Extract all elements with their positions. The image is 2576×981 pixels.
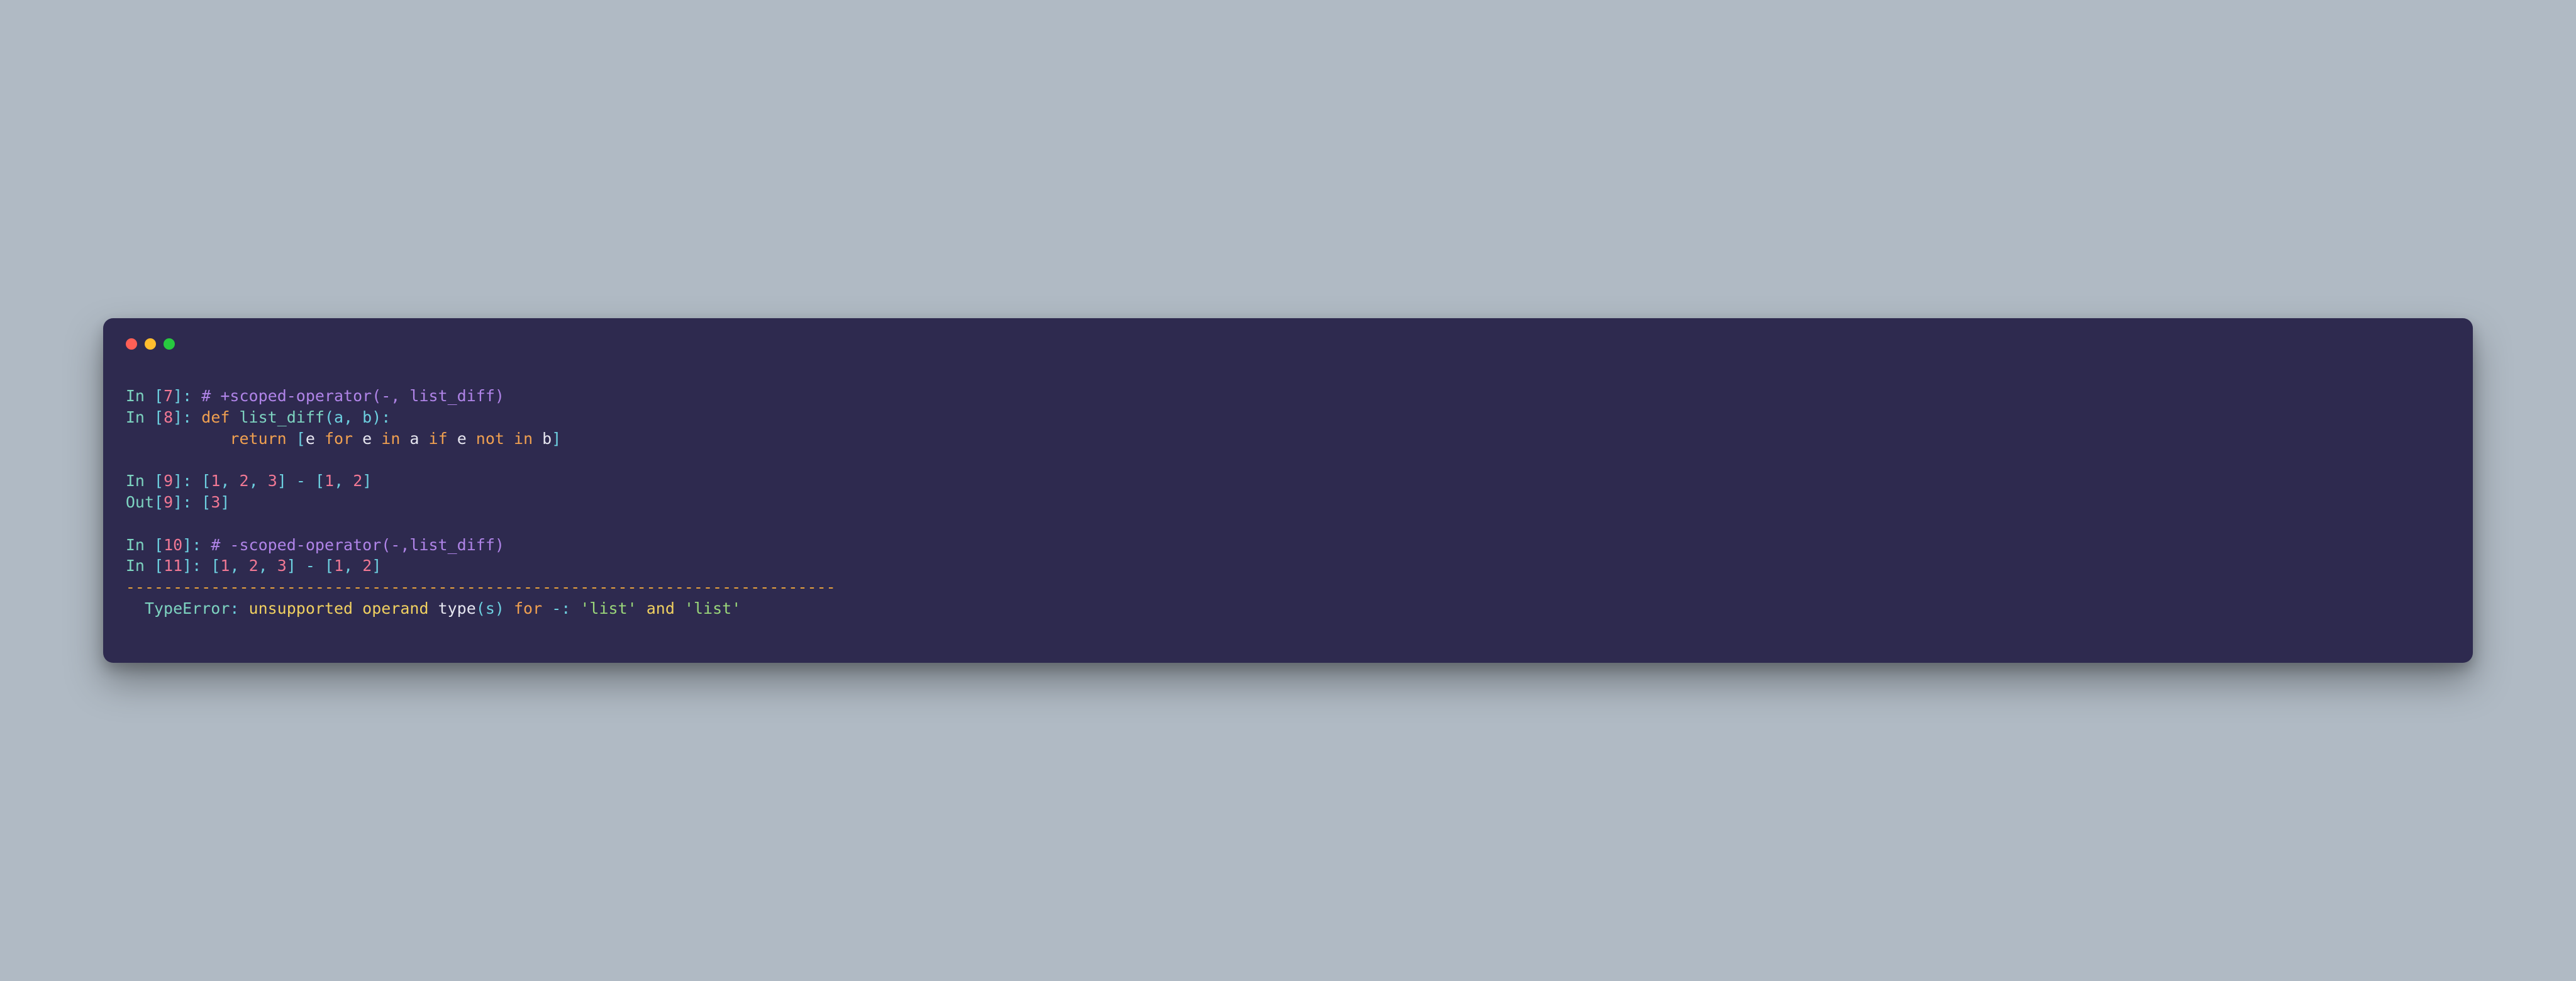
line-8: In [8]: def list_diff(a, b): bbox=[126, 408, 391, 426]
code-block: In [7]: # +scoped-operator(-, list_diff)… bbox=[126, 365, 2450, 641]
line-7: In [7]: # +scoped-operator(-, list_diff) bbox=[126, 387, 504, 405]
in-prompt: In bbox=[126, 536, 154, 554]
error-operand: 'list' bbox=[684, 599, 741, 618]
prompt-number: 11 bbox=[164, 557, 182, 575]
keyword-in: in bbox=[381, 430, 400, 448]
line-10: In [10]: # -scoped-operator(-,list_diff) bbox=[126, 536, 504, 554]
in-prompt: In bbox=[126, 557, 154, 575]
minimize-icon[interactable] bbox=[145, 338, 156, 350]
in-prompt: In bbox=[126, 408, 154, 426]
keyword-return: return bbox=[230, 430, 286, 448]
result-value: 3 bbox=[211, 493, 220, 511]
prompt-number: 8 bbox=[164, 408, 173, 426]
prompt-number: 9 bbox=[164, 493, 173, 511]
close-icon[interactable] bbox=[126, 338, 137, 350]
line-8-body: return [e for e in a if e not in b] bbox=[126, 430, 561, 448]
line-11: In [11]: [1, 2, 3] - [1, 2] bbox=[126, 557, 382, 575]
comment: # +scoped-operator(-, list_diff) bbox=[201, 387, 504, 405]
error-operand: 'list' bbox=[580, 599, 636, 618]
function-name: list_diff bbox=[240, 408, 325, 426]
error-line: TypeError: unsupported operand type(s) f… bbox=[126, 599, 741, 618]
in-prompt: In bbox=[126, 387, 154, 405]
keyword-in: in bbox=[514, 430, 533, 448]
line-9: In [9]: [1, 2, 3] - [1, 2] bbox=[126, 472, 372, 490]
prompt-number: 7 bbox=[164, 387, 173, 405]
comment: # -scoped-operator(-,list_diff) bbox=[211, 536, 504, 554]
traceback-separator: ----------------------------------------… bbox=[126, 578, 836, 596]
prompt-number: 9 bbox=[164, 472, 173, 490]
params: (a, b): bbox=[325, 408, 391, 426]
keyword-not: not bbox=[476, 430, 504, 448]
keyword-if: if bbox=[429, 430, 448, 448]
in-prompt: In bbox=[126, 472, 154, 490]
terminal-window: In [7]: # +scoped-operator(-, list_diff)… bbox=[103, 318, 2473, 663]
keyword-for: for bbox=[325, 430, 353, 448]
window-titlebar bbox=[126, 338, 2450, 350]
prompt-number: 10 bbox=[164, 536, 182, 554]
out-prompt: Out bbox=[126, 493, 154, 511]
minus-op: - bbox=[296, 472, 306, 490]
minus-op: - bbox=[306, 557, 315, 575]
error-type: TypeError bbox=[145, 599, 230, 618]
out-9: Out[9]: [3] bbox=[126, 493, 230, 511]
maximize-icon[interactable] bbox=[164, 338, 175, 350]
keyword-def: def bbox=[201, 408, 230, 426]
